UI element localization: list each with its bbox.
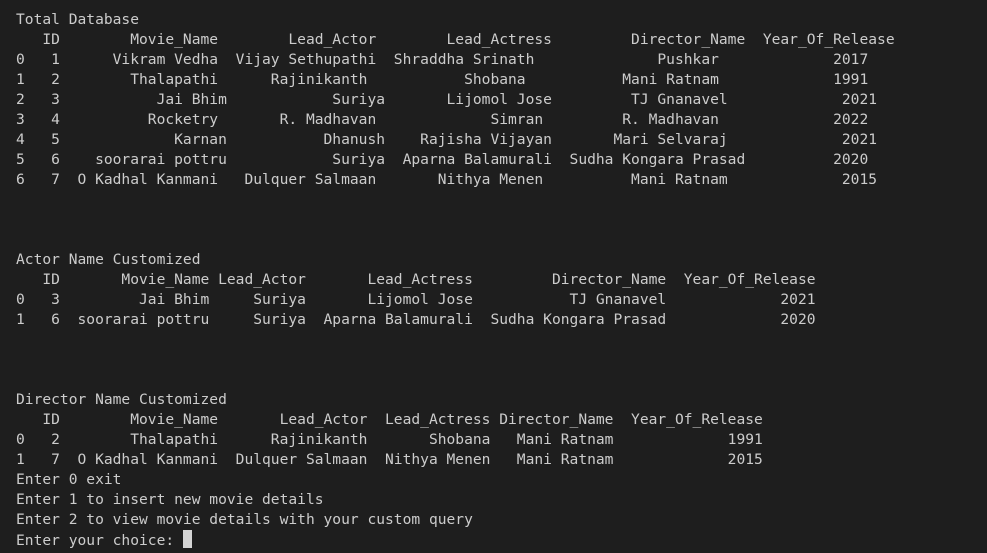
output-line: Total Database	[16, 11, 140, 28]
output-line: ID Movie_Name Lead_Actor Lead_Actress Di…	[16, 31, 895, 48]
output-line: 0 3 Jai Bhim Suriya Lijomol Jose TJ Gnan…	[16, 291, 816, 308]
output-line: 2 3 Jai Bhim Suriya Lijomol Jose TJ Gnan…	[16, 91, 878, 108]
output-line: 4 5 Karnan Dhanush Rajisha Vijayan Mari …	[16, 131, 878, 148]
output-line: ID Movie_Name Lead_Actor Lead_Actress Di…	[16, 271, 816, 288]
output-line: 3 4 Rocketry R. Madhavan Simran R. Madha…	[16, 111, 869, 128]
output-line: Actor Name Customized	[16, 251, 201, 268]
output-line: 0 1 Vikram Vedha Vijay Sethupathi Shradd…	[16, 51, 869, 68]
output-line: 1 2 Thalapathi Rajinikanth Shobana Mani …	[16, 71, 869, 88]
output-line: 1 7 O Kadhal Kanmani Dulquer Salmaan Nit…	[16, 451, 763, 468]
input-prompt-line[interactable]: Enter your choice:	[16, 530, 192, 550]
output-line: Enter 1 to insert new movie details	[16, 491, 324, 508]
terminal-output[interactable]: Total Database ID Movie_Name Lead_Actor …	[0, 0, 987, 553]
output-line: 5 6 soorarai pottru Suriya Aparna Balamu…	[16, 151, 869, 168]
output-line: 1 6 soorarai pottru Suriya Aparna Balamu…	[16, 311, 816, 328]
text-cursor[interactable]	[182, 530, 192, 548]
output-line: Director Name Customized	[16, 391, 227, 408]
output-line: ID Movie_Name Lead_Actor Lead_Actress Di…	[16, 411, 763, 428]
output-line: 0 2 Thalapathi Rajinikanth Shobana Mani …	[16, 431, 763, 448]
input-prompt: Enter your choice:	[16, 532, 183, 549]
output-line: Enter 0 exit	[16, 471, 122, 488]
output-line: Enter 2 to view movie details with your …	[16, 511, 473, 528]
output-line: 6 7 O Kadhal Kanmani Dulquer Salmaan Nit…	[16, 171, 878, 188]
